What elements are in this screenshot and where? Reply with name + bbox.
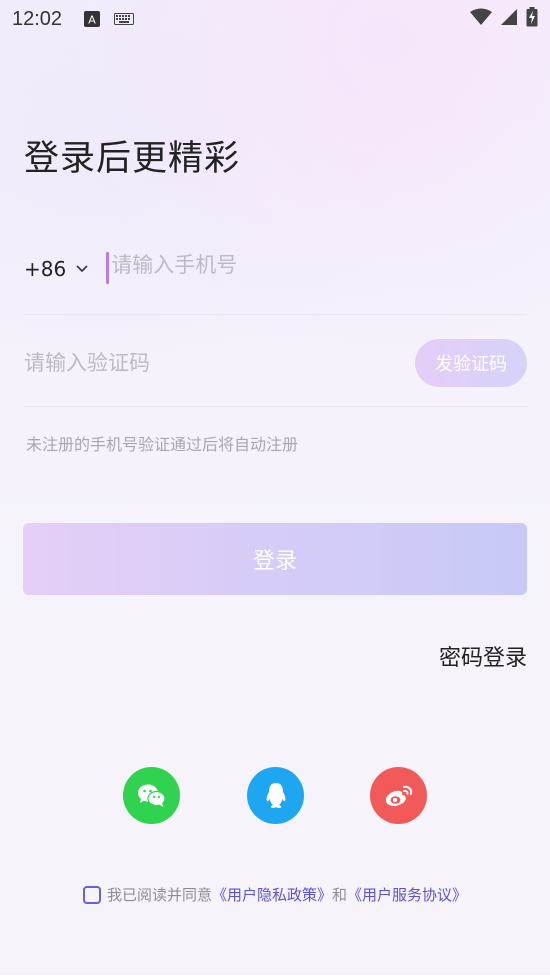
weibo-login-button[interactable] bbox=[370, 767, 427, 824]
status-time: 12:02 bbox=[12, 7, 63, 30]
text-cursor bbox=[106, 252, 110, 284]
country-code-label: +86 bbox=[24, 257, 67, 281]
send-code-button[interactable]: 发验证码 bbox=[415, 339, 527, 387]
wifi-icon bbox=[470, 8, 492, 30]
qq-login-button[interactable] bbox=[247, 767, 304, 824]
country-code-selector[interactable]: +86 bbox=[24, 257, 88, 281]
keyboard-icon bbox=[114, 13, 135, 25]
verification-code-input[interactable] bbox=[24, 351, 384, 375]
wechat-icon bbox=[137, 784, 166, 807]
status-right-icons bbox=[470, 7, 538, 31]
auto-register-hint: 未注册的手机号验证通过后将自动注册 bbox=[26, 435, 299, 454]
battery-charging-icon bbox=[526, 7, 538, 31]
status-bar: 12:02 A bbox=[0, 0, 550, 38]
code-row: 发验证码 bbox=[24, 320, 527, 407]
phone-row: +86 bbox=[24, 245, 527, 315]
page-title: 登录后更精彩 bbox=[24, 139, 241, 179]
password-login-link[interactable]: 密码登录 bbox=[439, 640, 527, 672]
bottom-strip bbox=[0, 975, 550, 979]
phone-input[interactable] bbox=[111, 253, 492, 277]
login-button[interactable]: 登录 bbox=[23, 523, 527, 595]
a-icon: A bbox=[84, 11, 101, 27]
signal-icon bbox=[500, 8, 518, 30]
agreement-row: 我已阅读并同意 《用户隐私政策》 和 《用户服务协议》 bbox=[83, 884, 467, 905]
service-agreement-link[interactable]: 《用户服务协议》 bbox=[347, 884, 467, 905]
agreement-checkbox[interactable] bbox=[83, 885, 101, 904]
chevron-down-icon bbox=[76, 265, 88, 273]
weibo-icon bbox=[385, 785, 412, 806]
wechat-login-button[interactable] bbox=[123, 767, 180, 824]
agreement-and: 和 bbox=[332, 886, 348, 904]
privacy-policy-link[interactable]: 《用户隐私政策》 bbox=[212, 884, 332, 905]
qq-icon bbox=[266, 782, 285, 808]
svg-text:A: A bbox=[88, 14, 96, 27]
agreement-prefix: 我已阅读并同意 bbox=[107, 886, 213, 904]
